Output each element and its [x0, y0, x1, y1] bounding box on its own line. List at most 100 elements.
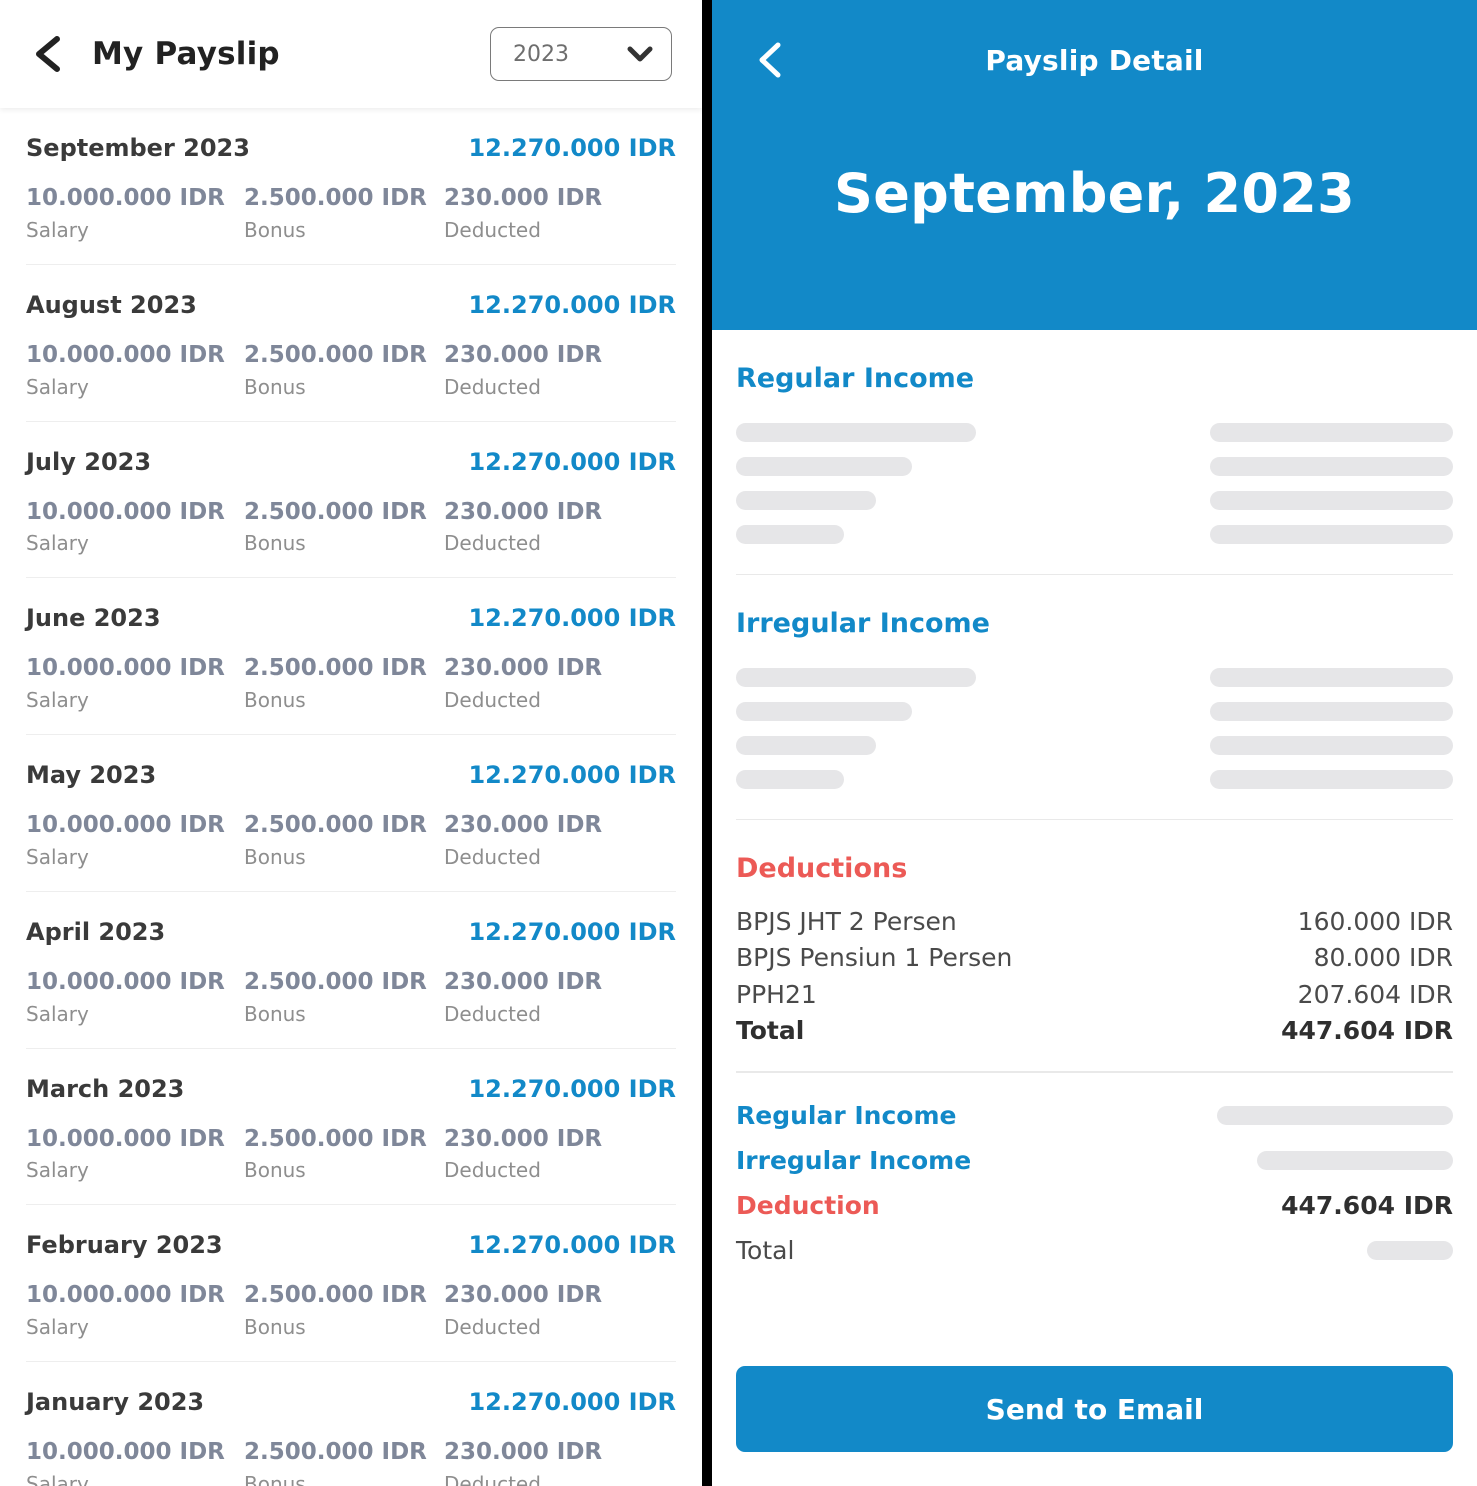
- payslip-month: September 2023: [26, 134, 250, 162]
- payslip-list-item[interactable]: April 2023 12.270.000 IDR 10.000.000 IDR…: [26, 892, 676, 1049]
- deducted-cell: 230.000 IDR Deducted: [444, 341, 644, 399]
- skeleton-bar: [736, 702, 912, 722]
- payslip-row-header: March 2023 12.270.000 IDR: [26, 1075, 676, 1103]
- salary-label: Salary: [26, 688, 89, 712]
- irregular-income-title: Irregular Income: [736, 608, 990, 640]
- skeleton-bar: [736, 423, 976, 443]
- salary-cell: 10.000.000 IDR Salary: [26, 341, 244, 399]
- deducted-cell: 230.000 IDR Deducted: [444, 811, 644, 869]
- skeleton-row: [736, 661, 1453, 695]
- payslip-row-header: May 2023 12.270.000 IDR: [26, 761, 676, 789]
- skeleton-row: [736, 450, 1453, 484]
- skeleton-bar: [1210, 491, 1453, 511]
- back-icon[interactable]: [748, 38, 792, 82]
- skeleton-row: [736, 695, 1453, 729]
- payslip-breakdown: 10.000.000 IDR Salary 2.500.000 IDR Bonu…: [26, 968, 676, 1026]
- payslip-month: January 2023: [26, 1388, 205, 1416]
- back-icon[interactable]: [26, 32, 70, 76]
- payslip-list-item[interactable]: September 2023 12.270.000 IDR 10.000.000…: [26, 108, 676, 265]
- send-email-container: Send to Email: [712, 1366, 1477, 1486]
- deducted-cell: 230.000 IDR Deducted: [444, 184, 644, 242]
- deduction-row: BPJS Pensiun 1 Persen 80.000 IDR: [736, 940, 1453, 976]
- bonus-amount: 2.500.000 IDR: [244, 341, 427, 368]
- bonus-cell: 2.500.000 IDR Bonus: [244, 968, 444, 1026]
- payslip-list-item[interactable]: January 2023 12.270.000 IDR 10.000.000 I…: [26, 1362, 676, 1486]
- summary-row-irregular-income: Irregular Income: [736, 1138, 1453, 1183]
- skeleton-row: [736, 763, 1453, 797]
- regular-income-title: Regular Income: [736, 363, 975, 394]
- payslip-row-header: June 2023 12.270.000 IDR: [26, 604, 676, 632]
- deducted-amount: 230.000 IDR: [444, 968, 603, 995]
- deducted-cell: 230.000 IDR Deducted: [444, 1125, 644, 1183]
- payslip-summary: Regular Income Irregular Income Deductio…: [736, 1093, 1453, 1273]
- payslip-list-item[interactable]: July 2023 12.270.000 IDR 10.000.000 IDR …: [26, 422, 676, 579]
- payslip-breakdown: 10.000.000 IDR Salary 2.500.000 IDR Bonu…: [26, 184, 676, 242]
- skeleton-bar: [1210, 525, 1453, 545]
- deducted-label: Deducted: [444, 374, 541, 399]
- skeleton-bar: [736, 736, 876, 756]
- payslip-detail-screen: Payslip Detail September, 2023 Regular I…: [712, 0, 1477, 1486]
- detail-topbar: Payslip Detail: [712, 0, 1477, 120]
- payslip-breakdown: 10.000.000 IDR Salary 2.500.000 IDR Bonu…: [26, 498, 676, 556]
- summary-row-deduction: Deduction 447.604 IDR: [736, 1183, 1453, 1228]
- bonus-label: Bonus: [244, 374, 306, 399]
- deducted-label: Deducted: [444, 1471, 541, 1486]
- deducted-amount: 230.000 IDR: [444, 1282, 603, 1309]
- payslip-breakdown: 10.000.000 IDR Salary 2.500.000 IDR Bonu…: [26, 1281, 676, 1339]
- deducted-label: Deducted: [444, 1315, 541, 1339]
- payslip-list-item[interactable]: June 2023 12.270.000 IDR 10.000.000 IDR …: [26, 578, 676, 735]
- bonus-amount: 2.500.000 IDR: [244, 968, 427, 995]
- layout-spacer: [736, 1273, 1453, 1366]
- payslip-month: June 2023: [26, 604, 161, 633]
- payslip-total: 12.270.000 IDR: [468, 447, 676, 476]
- payslip-total: 12.270.000 IDR: [468, 134, 676, 162]
- summary-label: Total: [736, 1235, 795, 1265]
- bonus-label: Bonus: [244, 844, 306, 869]
- payslip-breakdown: 10.000.000 IDR Salary 2.500.000 IDR Bonu…: [26, 341, 676, 399]
- bonus-label: Bonus: [244, 1001, 306, 1026]
- bonus-cell: 2.500.000 IDR Bonus: [244, 1281, 444, 1339]
- skeleton-row: [736, 729, 1453, 763]
- payslip-month: April 2023: [26, 917, 166, 946]
- payslip-list-item[interactable]: March 2023 12.270.000 IDR 10.000.000 IDR…: [26, 1049, 676, 1206]
- payslip-list-item[interactable]: May 2023 12.270.000 IDR 10.000.000 IDR S…: [26, 735, 676, 892]
- year-select[interactable]: 2023: [490, 27, 672, 81]
- salary-amount: 10.000.000 IDR: [26, 341, 225, 368]
- bonus-amount: 2.500.000 IDR: [244, 1282, 427, 1309]
- bonus-cell: 2.500.000 IDR Bonus: [244, 1125, 444, 1183]
- payslip-row-header: August 2023 12.270.000 IDR: [26, 291, 676, 319]
- detail-page-title: Payslip Detail: [985, 43, 1204, 77]
- payslip-total: 12.270.000 IDR: [468, 761, 676, 789]
- payslip-list-item[interactable]: February 2023 12.270.000 IDR 10.000.000 …: [26, 1205, 676, 1362]
- payslip-list-item[interactable]: August 2023 12.270.000 IDR 10.000.000 ID…: [26, 265, 676, 422]
- bonus-cell: 2.500.000 IDR Bonus: [244, 654, 444, 712]
- skeleton-bar: [1210, 770, 1453, 790]
- payslip-row-header: April 2023 12.270.000 IDR: [26, 918, 676, 946]
- payslip-row-header: July 2023 12.270.000 IDR: [26, 448, 676, 476]
- salary-amount: 10.000.000 IDR: [26, 1282, 225, 1309]
- summary-row-total: Total: [736, 1228, 1453, 1273]
- send-to-email-button[interactable]: Send to Email: [736, 1366, 1453, 1452]
- deducted-label: Deducted: [444, 1158, 541, 1183]
- salary-cell: 10.000.000 IDR Salary: [26, 968, 244, 1026]
- salary-cell: 10.000.000 IDR Salary: [26, 1438, 244, 1486]
- summary-label: Deduction: [736, 1190, 880, 1220]
- deducted-amount: 230.000 IDR: [444, 812, 603, 838]
- salary-amount: 10.000.000 IDR: [26, 968, 225, 995]
- payslip-row-header: February 2023 12.270.000 IDR: [26, 1231, 676, 1259]
- skeleton-row: [736, 416, 1453, 450]
- summary-value: 447.604 IDR: [1281, 1190, 1453, 1220]
- deduction-total-label: Total: [736, 1015, 805, 1045]
- salary-label: Salary: [26, 217, 89, 242]
- payslip-breakdown: 10.000.000 IDR Salary 2.500.000 IDR Bonu…: [26, 811, 676, 869]
- payslip-month: March 2023: [26, 1074, 185, 1103]
- deduction-row: BPJS JHT 2 Persen 160.000 IDR: [736, 904, 1453, 940]
- deducted-cell: 230.000 IDR Deducted: [444, 654, 644, 712]
- deducted-amount: 230.000 IDR: [444, 498, 603, 525]
- skeleton-bar: [736, 525, 844, 545]
- deduction-name: BPJS JHT 2 Persen: [736, 907, 957, 937]
- deductions-section: Deductions BPJS JHT 2 Persen 160.000 IDR…: [736, 820, 1453, 1073]
- payslip-list[interactable]: September 2023 12.270.000 IDR 10.000.000…: [0, 108, 702, 1486]
- salary-amount: 10.000.000 IDR: [26, 1439, 225, 1465]
- year-select-value: 2023: [513, 41, 569, 67]
